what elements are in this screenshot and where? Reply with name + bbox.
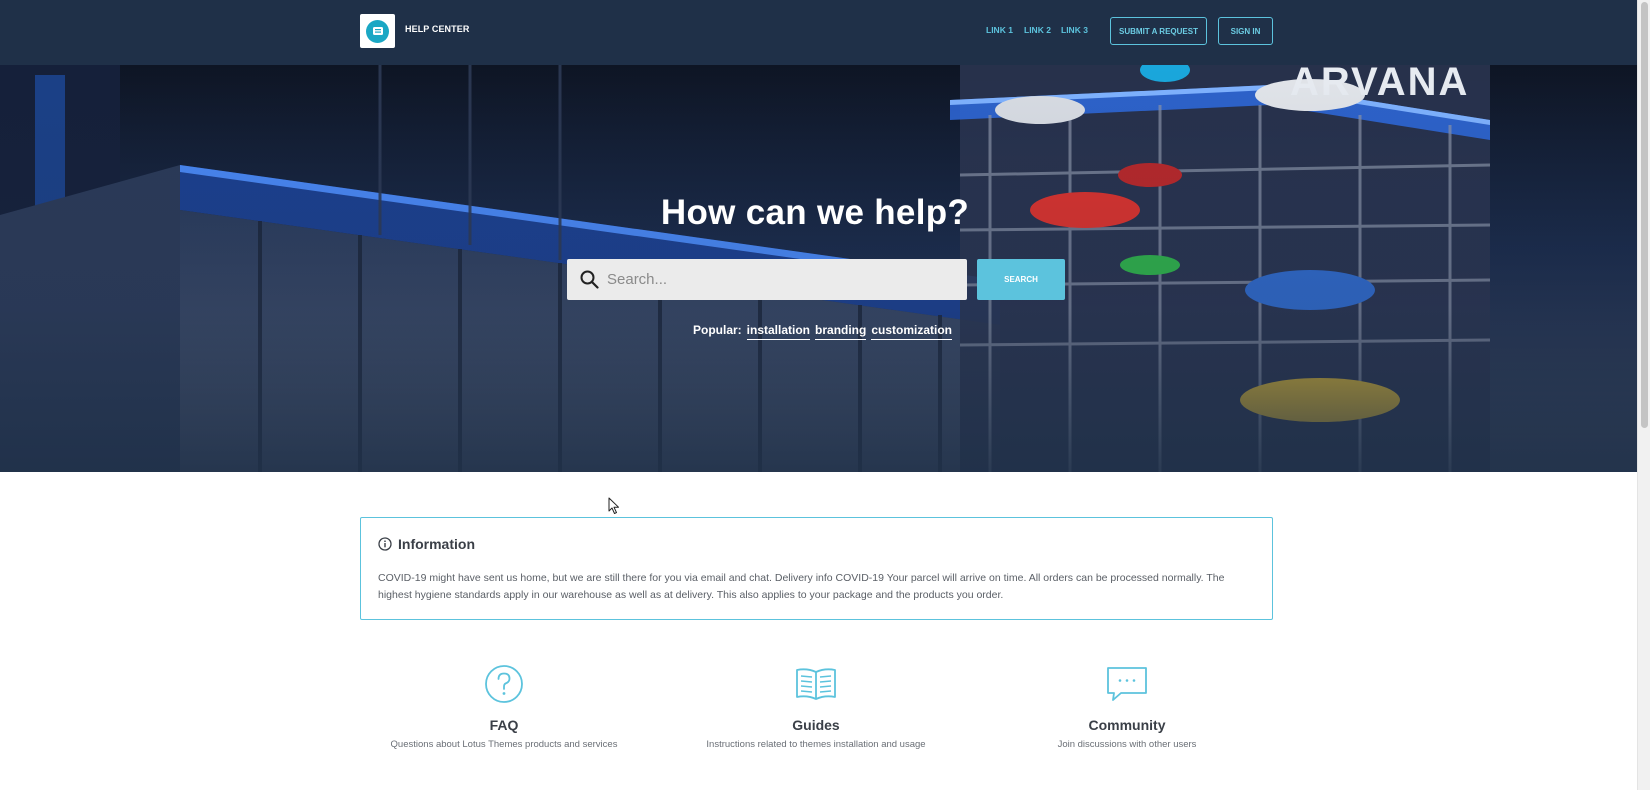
info-icon bbox=[378, 537, 392, 551]
open-book-icon bbox=[666, 661, 966, 707]
mouse-cursor-icon bbox=[608, 497, 619, 514]
popular-label: Popular: bbox=[693, 323, 742, 337]
submit-request-button[interactable]: SUBMIT A REQUEST bbox=[1110, 17, 1207, 45]
information-header: Information bbox=[378, 536, 475, 552]
information-title: Information bbox=[398, 536, 475, 552]
nav-link-1[interactable]: LINK 1 bbox=[986, 25, 1013, 35]
popular-tag-installation[interactable]: installation bbox=[746, 323, 811, 340]
category-description: Instructions related to themes installat… bbox=[706, 739, 926, 750]
logo-icon bbox=[366, 19, 389, 43]
vertical-scrollbar[interactable] bbox=[1637, 0, 1650, 790]
popular-tag-customization[interactable]: customization bbox=[871, 323, 953, 340]
nav-link-3[interactable]: LINK 3 bbox=[1061, 25, 1088, 35]
category-guides[interactable]: Guides Instructions related to themes in… bbox=[666, 661, 966, 750]
sign-in-button[interactable]: SIGN IN bbox=[1218, 17, 1273, 45]
category-faq[interactable]: FAQ Questions about Lotus Themes product… bbox=[354, 661, 654, 750]
category-title: FAQ bbox=[489, 717, 519, 733]
site-title[interactable]: HELP CENTER bbox=[405, 24, 469, 34]
search-input[interactable] bbox=[607, 259, 947, 300]
popular-tag-branding[interactable]: branding bbox=[815, 323, 867, 340]
category-title: Community bbox=[1088, 717, 1166, 733]
information-text: COVID-19 might have sent us home, but we… bbox=[378, 572, 1225, 601]
help-center-page: HELP CENTER LINK 1 LINK 2 LINK 3 SUBMIT … bbox=[0, 0, 1637, 790]
search-button[interactable]: SEARCH bbox=[977, 259, 1065, 300]
information-notice: Information COVID-19 might have sent us … bbox=[360, 517, 1273, 620]
search-box[interactable] bbox=[567, 259, 967, 300]
question-circle-icon bbox=[354, 661, 654, 707]
logo[interactable] bbox=[360, 14, 395, 48]
popular-searches: Popular: installation branding customiza… bbox=[693, 323, 953, 340]
category-title: Guides bbox=[792, 717, 840, 733]
top-header: HELP CENTER LINK 1 LINK 2 LINK 3 SUBMIT … bbox=[0, 0, 1637, 65]
scrollbar-thumb[interactable] bbox=[1641, 2, 1648, 428]
nav-link-2[interactable]: LINK 2 bbox=[1024, 25, 1051, 35]
category-description: Questions about Lotus Themes products an… bbox=[390, 739, 618, 750]
chat-bubble-icon bbox=[977, 661, 1277, 707]
hero-banner: ARVANA How can we help? SEARCH Popular: … bbox=[0, 65, 1637, 472]
category-community[interactable]: Community Join discussions with other us… bbox=[977, 661, 1277, 750]
hero-title: How can we help? bbox=[660, 193, 970, 232]
category-description: Join discussions with other users bbox=[1057, 739, 1197, 750]
search-icon bbox=[580, 270, 599, 289]
